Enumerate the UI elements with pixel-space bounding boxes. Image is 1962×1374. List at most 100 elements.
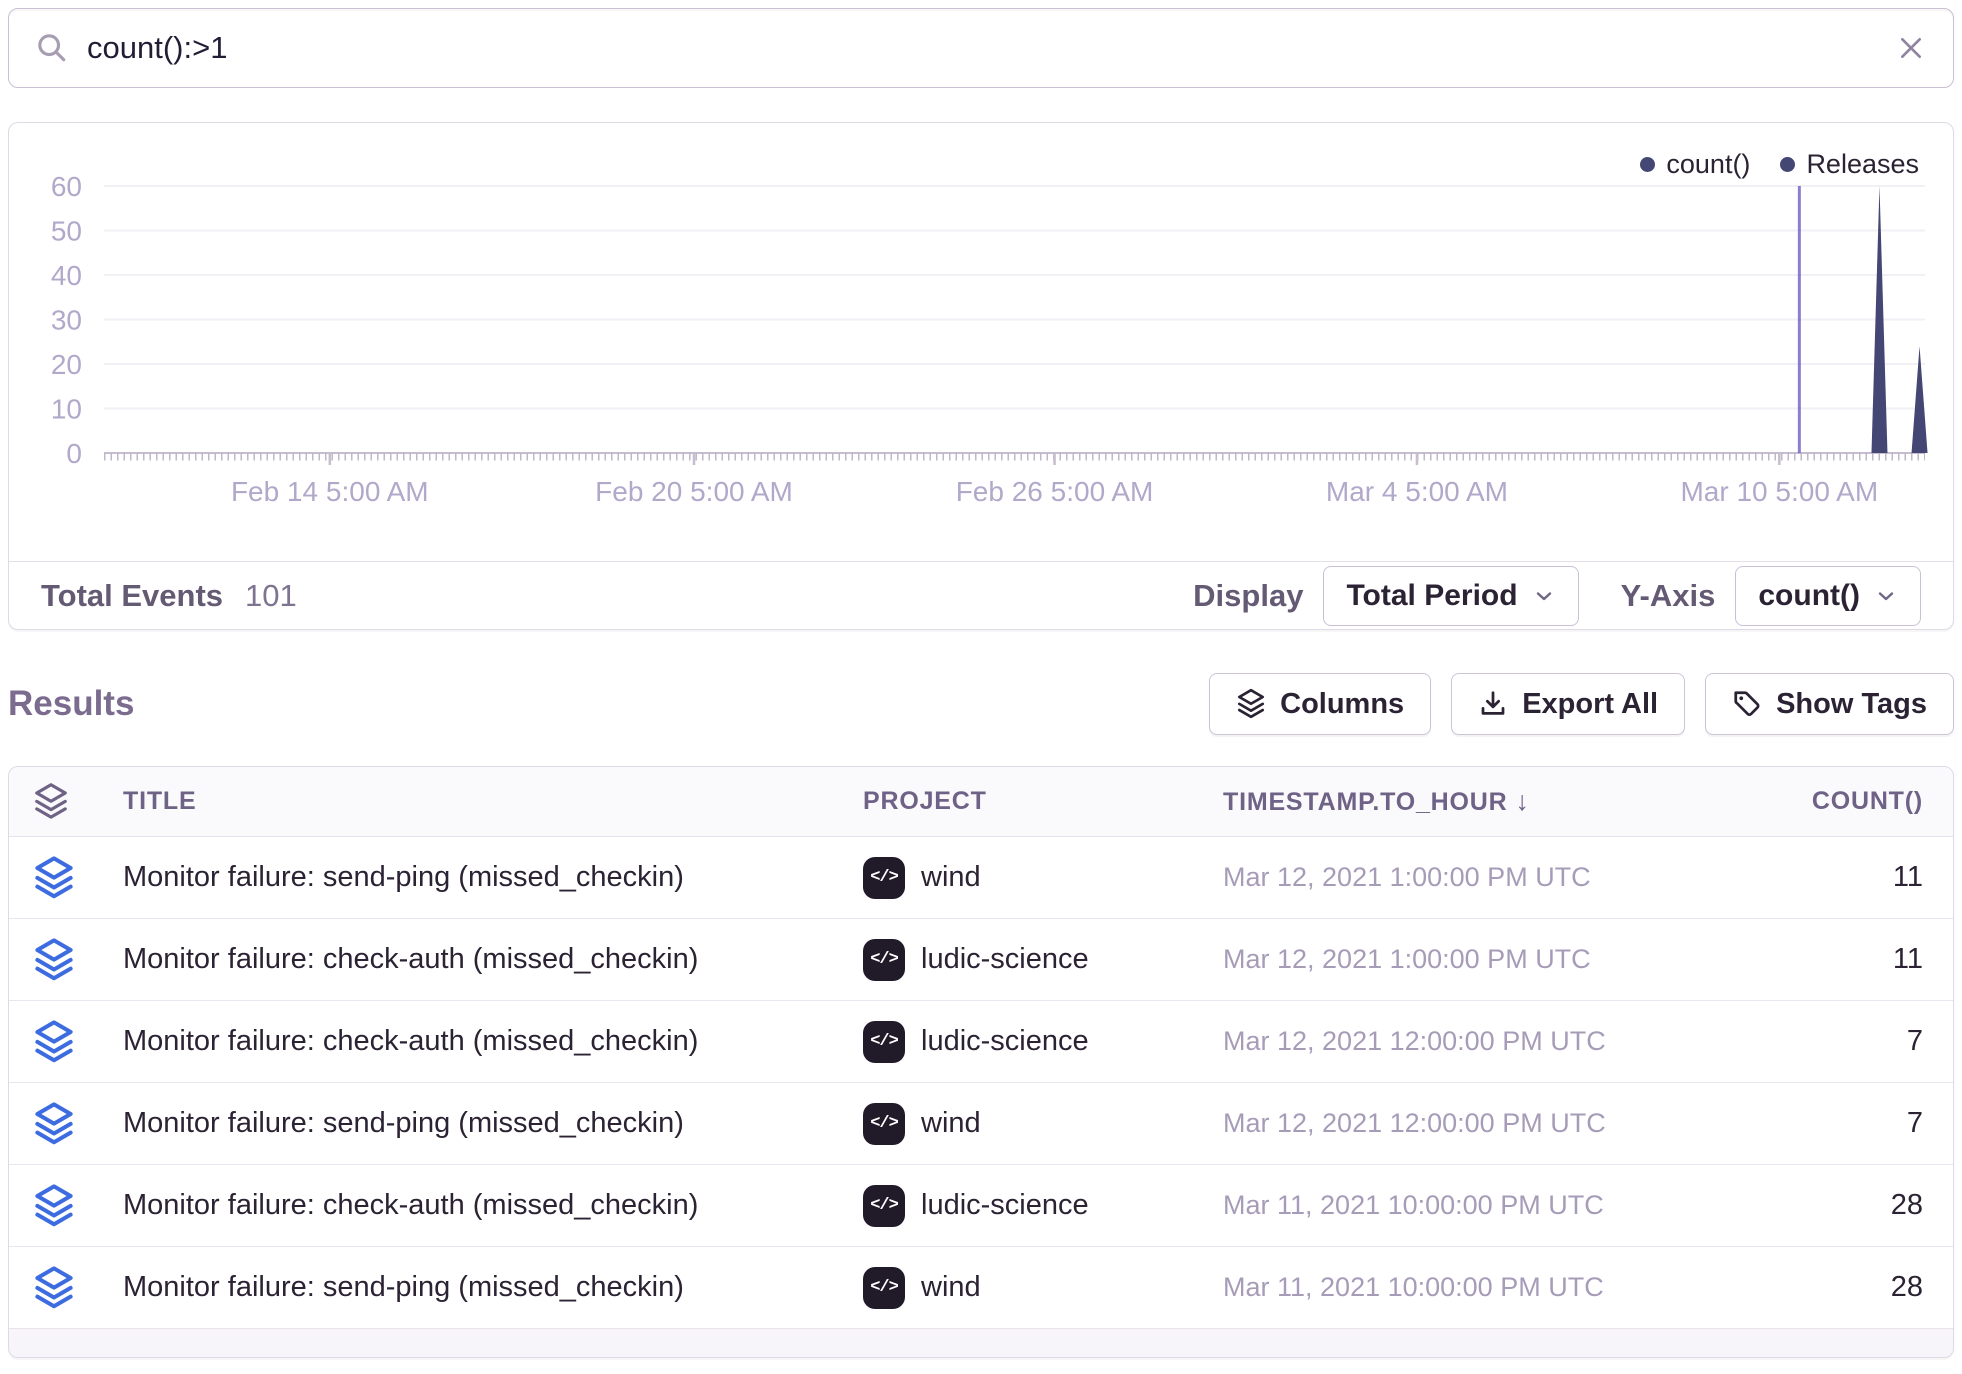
table-row: Monitor failure: send-ping (missed_check… [9,1083,1953,1165]
legend-item-count[interactable]: count() [1640,149,1750,180]
row-count: 7 [1693,1025,1923,1058]
stack-icon[interactable] [33,855,75,901]
chart-controls: Display Total Period Y-Axis count() [1193,566,1921,626]
svg-text:10: 10 [51,394,82,425]
table-row: Monitor failure: check-auth (missed_chec… [9,1165,1953,1247]
stack-icon[interactable] [33,1265,75,1311]
display-select[interactable]: Total Period [1323,566,1578,626]
row-icon-cell [33,937,123,983]
row-timestamp: Mar 12, 2021 1:00:00 PM UTC [1223,862,1693,893]
table-row: Monitor failure: send-ping (missed_check… [9,837,1953,919]
results-table-header: TITLE PROJECT TIMESTAMP.TO_HOUR ↓ COUNT() [9,767,1953,837]
svg-text:30: 30 [51,305,82,336]
row-title: Monitor failure: send-ping (missed_check… [123,1271,863,1304]
column-header-title[interactable]: TITLE [123,787,863,816]
column-header-count[interactable]: COUNT() [1693,787,1923,816]
search-input[interactable] [87,30,1895,66]
export-all-button[interactable]: Export All [1451,673,1685,735]
project-platform-icon: </> [863,1021,905,1063]
events-chart: 0102030405060Feb 14 5:00 AMFeb 20 5:00 A… [9,123,1953,561]
events-chart-panel: count() Releases 0102030405060Feb 14 5:0… [8,122,1954,630]
stack-icon[interactable] [33,937,75,983]
search-icon [35,31,69,65]
display-label: Display [1193,578,1303,614]
row-count: 7 [1693,1107,1923,1140]
total-events-value: 101 [245,578,297,614]
column-header-timestamp-label: TIMESTAMP.TO_HOUR [1223,788,1507,816]
columns-button-label: Columns [1280,688,1404,721]
project-name: wind [921,1271,981,1304]
results-table-footer [9,1329,1953,1357]
project-platform-icon: </> [863,939,905,981]
row-timestamp: Mar 11, 2021 10:00:00 PM UTC [1223,1190,1693,1221]
row-project: </> wind [863,857,1223,899]
download-icon [1478,689,1508,719]
tag-icon [1732,689,1762,719]
project-name: ludic-science [921,943,1089,976]
row-timestamp: Mar 12, 2021 1:00:00 PM UTC [1223,944,1693,975]
row-count: 11 [1693,943,1923,976]
project-platform-icon: </> [863,1103,905,1145]
project-name: wind [921,1107,981,1140]
svg-text:40: 40 [51,260,82,291]
results-table-body: Monitor failure: send-ping (missed_check… [9,837,1953,1329]
legend-label: count() [1666,149,1750,180]
row-title: Monitor failure: send-ping (missed_check… [123,1107,863,1140]
stack-icon [1236,688,1266,720]
stack-icon[interactable] [33,1101,75,1147]
svg-text:0: 0 [66,438,82,469]
row-icon-cell [33,1019,123,1065]
legend-item-releases[interactable]: Releases [1780,149,1919,180]
total-events-label: Total Events [41,578,223,614]
columns-button[interactable]: Columns [1209,673,1431,735]
discover-page: count() Releases 0102030405060Feb 14 5:0… [0,0,1962,1366]
results-table: TITLE PROJECT TIMESTAMP.TO_HOUR ↓ COUNT()… [8,766,1954,1358]
table-row: Monitor failure: send-ping (missed_check… [9,1247,1953,1329]
row-icon-cell [33,1183,123,1229]
svg-text:Feb 20 5:00 AM: Feb 20 5:00 AM [595,476,793,507]
results-heading: Results [8,684,134,724]
svg-text:Mar 4 5:00 AM: Mar 4 5:00 AM [1326,476,1508,507]
sort-desc-icon: ↓ [1515,786,1529,816]
stack-icon[interactable] [33,1019,75,1065]
display-select-value: Total Period [1346,579,1517,613]
row-timestamp: Mar 12, 2021 12:00:00 PM UTC [1223,1108,1693,1139]
row-timestamp: Mar 11, 2021 10:00:00 PM UTC [1223,1272,1693,1303]
stack-icon [33,782,69,821]
row-project: </> ludic-science [863,1185,1223,1227]
svg-text:20: 20 [51,349,82,380]
svg-text:Feb 26 5:00 AM: Feb 26 5:00 AM [956,476,1154,507]
project-name: ludic-science [921,1025,1089,1058]
clear-icon[interactable] [1895,32,1927,64]
show-tags-button[interactable]: Show Tags [1705,673,1954,735]
svg-text:Mar 10 5:00 AM: Mar 10 5:00 AM [1680,476,1878,507]
yaxis-select[interactable]: count() [1735,566,1921,626]
project-name: wind [921,861,981,894]
row-icon-cell [33,1101,123,1147]
project-platform-icon: </> [863,857,905,899]
table-row: Monitor failure: check-auth (missed_chec… [9,919,1953,1001]
column-header-project[interactable]: PROJECT [863,787,1223,816]
row-title: Monitor failure: check-auth (missed_chec… [123,1025,863,1058]
svg-text:60: 60 [51,171,82,202]
column-header-timestamp[interactable]: TIMESTAMP.TO_HOUR ↓ [1223,786,1693,817]
row-project: </> wind [863,1103,1223,1145]
row-project: </> ludic-science [863,939,1223,981]
chart-footer: Total Events 101 Display Total Period Y-… [9,561,1953,629]
svg-text:Feb 14 5:00 AM: Feb 14 5:00 AM [231,476,429,507]
row-title: Monitor failure: send-ping (missed_check… [123,861,863,894]
chevron-down-icon [1874,584,1898,608]
row-project: </> ludic-science [863,1021,1223,1063]
legend-dot-count-icon [1640,157,1655,172]
stack-icon[interactable] [33,1183,75,1229]
search-bar [8,8,1954,88]
row-project: </> wind [863,1267,1223,1309]
project-platform-icon: </> [863,1185,905,1227]
project-platform-icon: </> [863,1267,905,1309]
header-icon-cell [33,782,123,821]
export-all-button-label: Export All [1522,688,1658,721]
row-icon-cell [33,1265,123,1311]
row-count: 28 [1693,1189,1923,1222]
row-count: 11 [1693,861,1923,894]
row-title: Monitor failure: check-auth (missed_chec… [123,943,863,976]
